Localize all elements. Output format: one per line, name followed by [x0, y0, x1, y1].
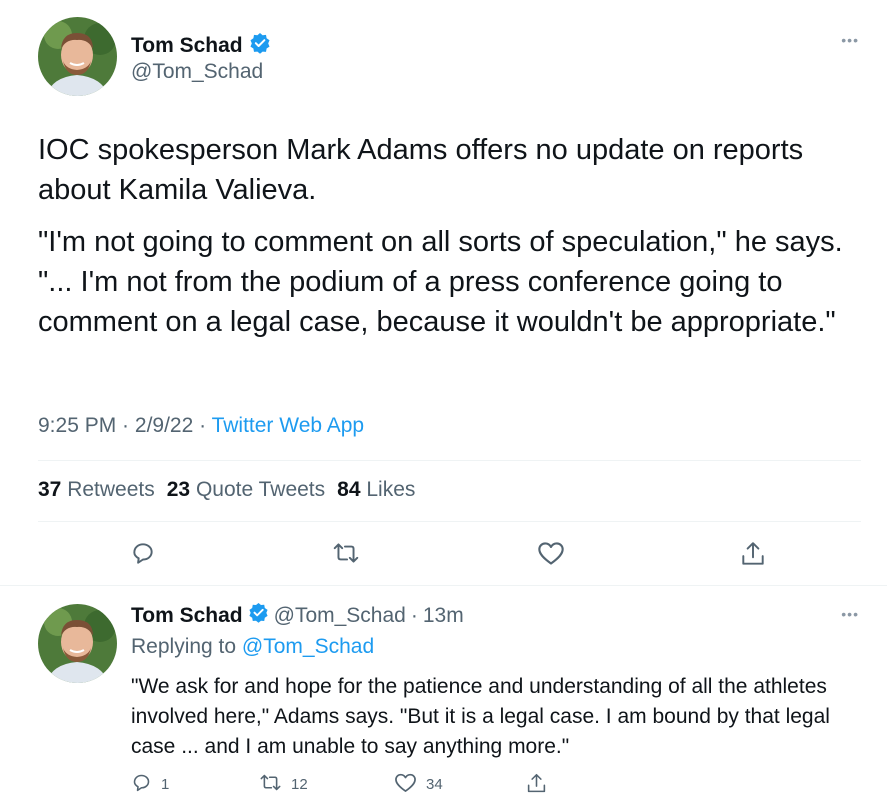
avatar[interactable] [38, 17, 117, 96]
share-icon[interactable] [526, 772, 547, 795]
avatar[interactable] [38, 604, 117, 683]
tweet-stats: 37 Retweets 23 Quote Tweets 84 Likes [38, 478, 415, 502]
more-options-icon[interactable]: ••• [841, 606, 859, 622]
divider [38, 460, 861, 461]
like-icon[interactable] [537, 540, 565, 571]
replying-to-label: Replying to [131, 635, 237, 658]
retweet-icon[interactable] [332, 540, 360, 571]
reply-text: "We ask for and hope for the patience an… [131, 675, 830, 758]
tweet-date[interactable]: 2/9/22 [135, 414, 193, 437]
retweet-count: 12 [291, 776, 308, 793]
like-count: 34 [426, 776, 443, 793]
main-tweet: Tom Schad @Tom_Schad ••• IOC spokesperso… [0, 0, 887, 586]
retweet-icon[interactable] [259, 772, 282, 797]
reply-action[interactable]: 1 [131, 772, 169, 797]
tweet-time-ago[interactable]: 13m [423, 604, 464, 628]
verified-badge-icon [248, 602, 269, 629]
verified-badge-icon [249, 32, 271, 60]
author-handle[interactable]: @Tom_Schad [131, 60, 263, 84]
tweet-source-link[interactable]: Twitter Web App [212, 414, 365, 437]
more-options-icon[interactable]: ••• [841, 32, 859, 48]
tweet-text-paragraph: IOC spokesperson Mark Adams offers no up… [38, 134, 804, 206]
display-name[interactable]: Tom Schad [131, 34, 243, 58]
tweet-text-paragraph: "I'm not going to comment on all sorts o… [38, 226, 843, 338]
quote-tweets-stat[interactable]: 23 Quote Tweets [167, 478, 325, 502]
retweets-stat[interactable]: 37 Retweets [38, 478, 155, 502]
author-name[interactable]: Tom Schad [131, 32, 271, 60]
likes-stat[interactable]: 84 Likes [337, 478, 415, 502]
tweet-timestamp: 9:25 PM · 2/9/22 · Twitter Web App [38, 414, 365, 437]
divider [38, 521, 861, 522]
share-icon[interactable] [740, 540, 766, 573]
retweet-action[interactable]: 12 [259, 772, 308, 797]
reply-header: Tom Schad @Tom_Schad · 13m [131, 602, 464, 629]
display-name[interactable]: Tom Schad [131, 604, 243, 628]
reply-icon[interactable] [131, 772, 152, 797]
reply-tweet[interactable]: Tom Schad @Tom_Schad · 13m ••• Replying … [0, 586, 887, 800]
author-handle[interactable]: @Tom_Schad [274, 604, 406, 628]
like-icon[interactable] [394, 772, 417, 797]
replying-to: Replying to @Tom_Schad [131, 635, 374, 659]
reply-icon[interactable] [130, 540, 156, 571]
like-action[interactable]: 34 [394, 772, 443, 797]
replying-to-mention[interactable]: @Tom_Schad [242, 635, 374, 658]
separator-dot: · [410, 603, 418, 627]
tweet-time[interactable]: 9:25 PM [38, 414, 116, 437]
reply-count: 1 [161, 776, 170, 793]
